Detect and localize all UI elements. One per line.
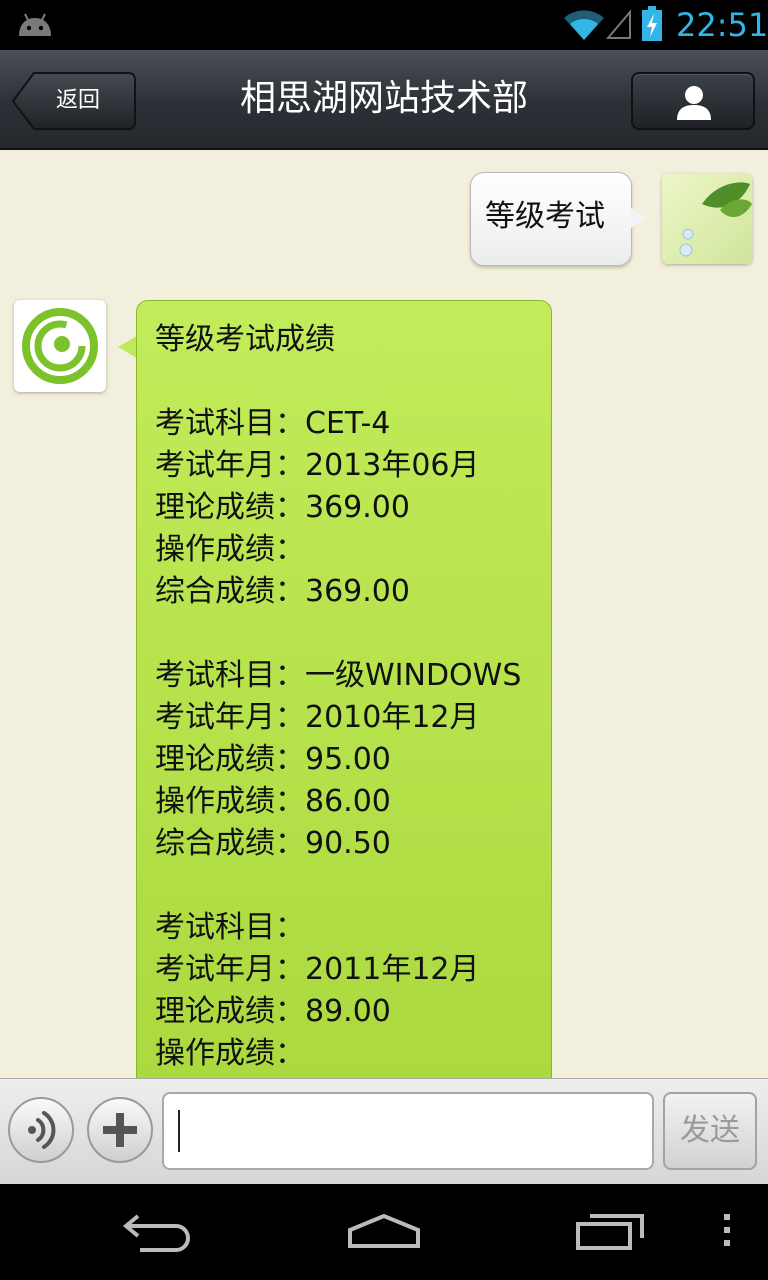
bot-message-line [155,613,521,655]
home-nav-icon[interactable] [344,1210,424,1250]
plus-icon [103,1113,137,1147]
send-button[interactable]: 发送 [663,1092,757,1170]
back-button[interactable]: 返回 [12,72,136,130]
status-clock: 22:51 [676,6,768,44]
back-nav-icon[interactable] [120,1212,196,1252]
bot-message-line: 考试科目：一级WINDOWS [155,658,522,693]
android-icon [19,13,51,36]
title-bar: 返回 相思湖网站技术部 [0,50,768,150]
my-bubble-tail [631,208,647,228]
bot-message-bubble[interactable]: 等级考试成绩考试科目：CET-4 考试年月：2013年06月 理论成绩：369.00… [136,300,552,1078]
status-bar: 22:51 [0,0,768,50]
message-input[interactable] [162,1092,654,1170]
bot-message-line: 理论成绩：95.00 [155,742,391,777]
bot-message-line: 综合成绩：369.00 [155,574,410,609]
swirl-logo-icon [22,308,98,384]
chat-area[interactable]: 等级考试 等级考试成绩考试科目：CET-4 考试年月：2013年06月 理论成绩：3… [0,150,768,1078]
wifi-icon [564,10,604,40]
plus-button[interactable] [87,1097,153,1163]
leaf-avatar-image [662,174,752,264]
text-caret [178,1110,180,1152]
profile-button[interactable] [631,72,755,130]
voice-icon [28,1111,56,1149]
bot-message-line: 理论成绩：89.00 [155,994,391,1029]
my-avatar[interactable] [662,174,752,264]
my-message-bubble[interactable]: 等级考试 [470,172,632,266]
bot-message-line [155,361,521,403]
bot-avatar[interactable] [14,300,106,392]
bot-message-line: 考试年月：2010年12月 [155,700,480,735]
bot-message-line [155,865,521,907]
bot-message-line: 操作成绩：86.00 [155,784,391,819]
bot-message-line: 考试科目： [155,910,305,945]
input-bar: 发送 [0,1078,768,1185]
voice-button[interactable] [8,1097,74,1163]
bot-message-line: 综合成绩：90.50 [155,826,391,861]
battery-charging-icon [642,6,662,41]
bot-message-line: 等级考试成绩 [155,322,335,357]
bot-message-lines: 等级考试成绩考试科目：CET-4 考试年月：2013年06月 理论成绩：369.00… [155,319,521,1075]
bot-message-line: 考试年月：2013年06月 [155,448,480,483]
back-label: 返回 [56,88,101,113]
bot-bubble-tail [118,336,137,358]
page-title: 相思湖网站技术部 [239,78,528,119]
overflow-menu-icon[interactable] [716,1210,736,1250]
bot-message-line: 考试科目：CET-4 [155,406,391,441]
my-message-text: 等级考试 [485,199,605,234]
bot-message-line: 理论成绩：369.00 [155,490,410,525]
nav-bar [0,1184,768,1280]
signal-icon [606,9,631,39]
bot-message-line: 考试年月：2011年12月 [155,952,480,987]
bot-message-line: 操作成绩： [155,1036,305,1071]
bot-message-line: 操作成绩： [155,532,305,567]
person-icon [677,86,711,120]
recent-apps-icon[interactable] [574,1210,648,1250]
